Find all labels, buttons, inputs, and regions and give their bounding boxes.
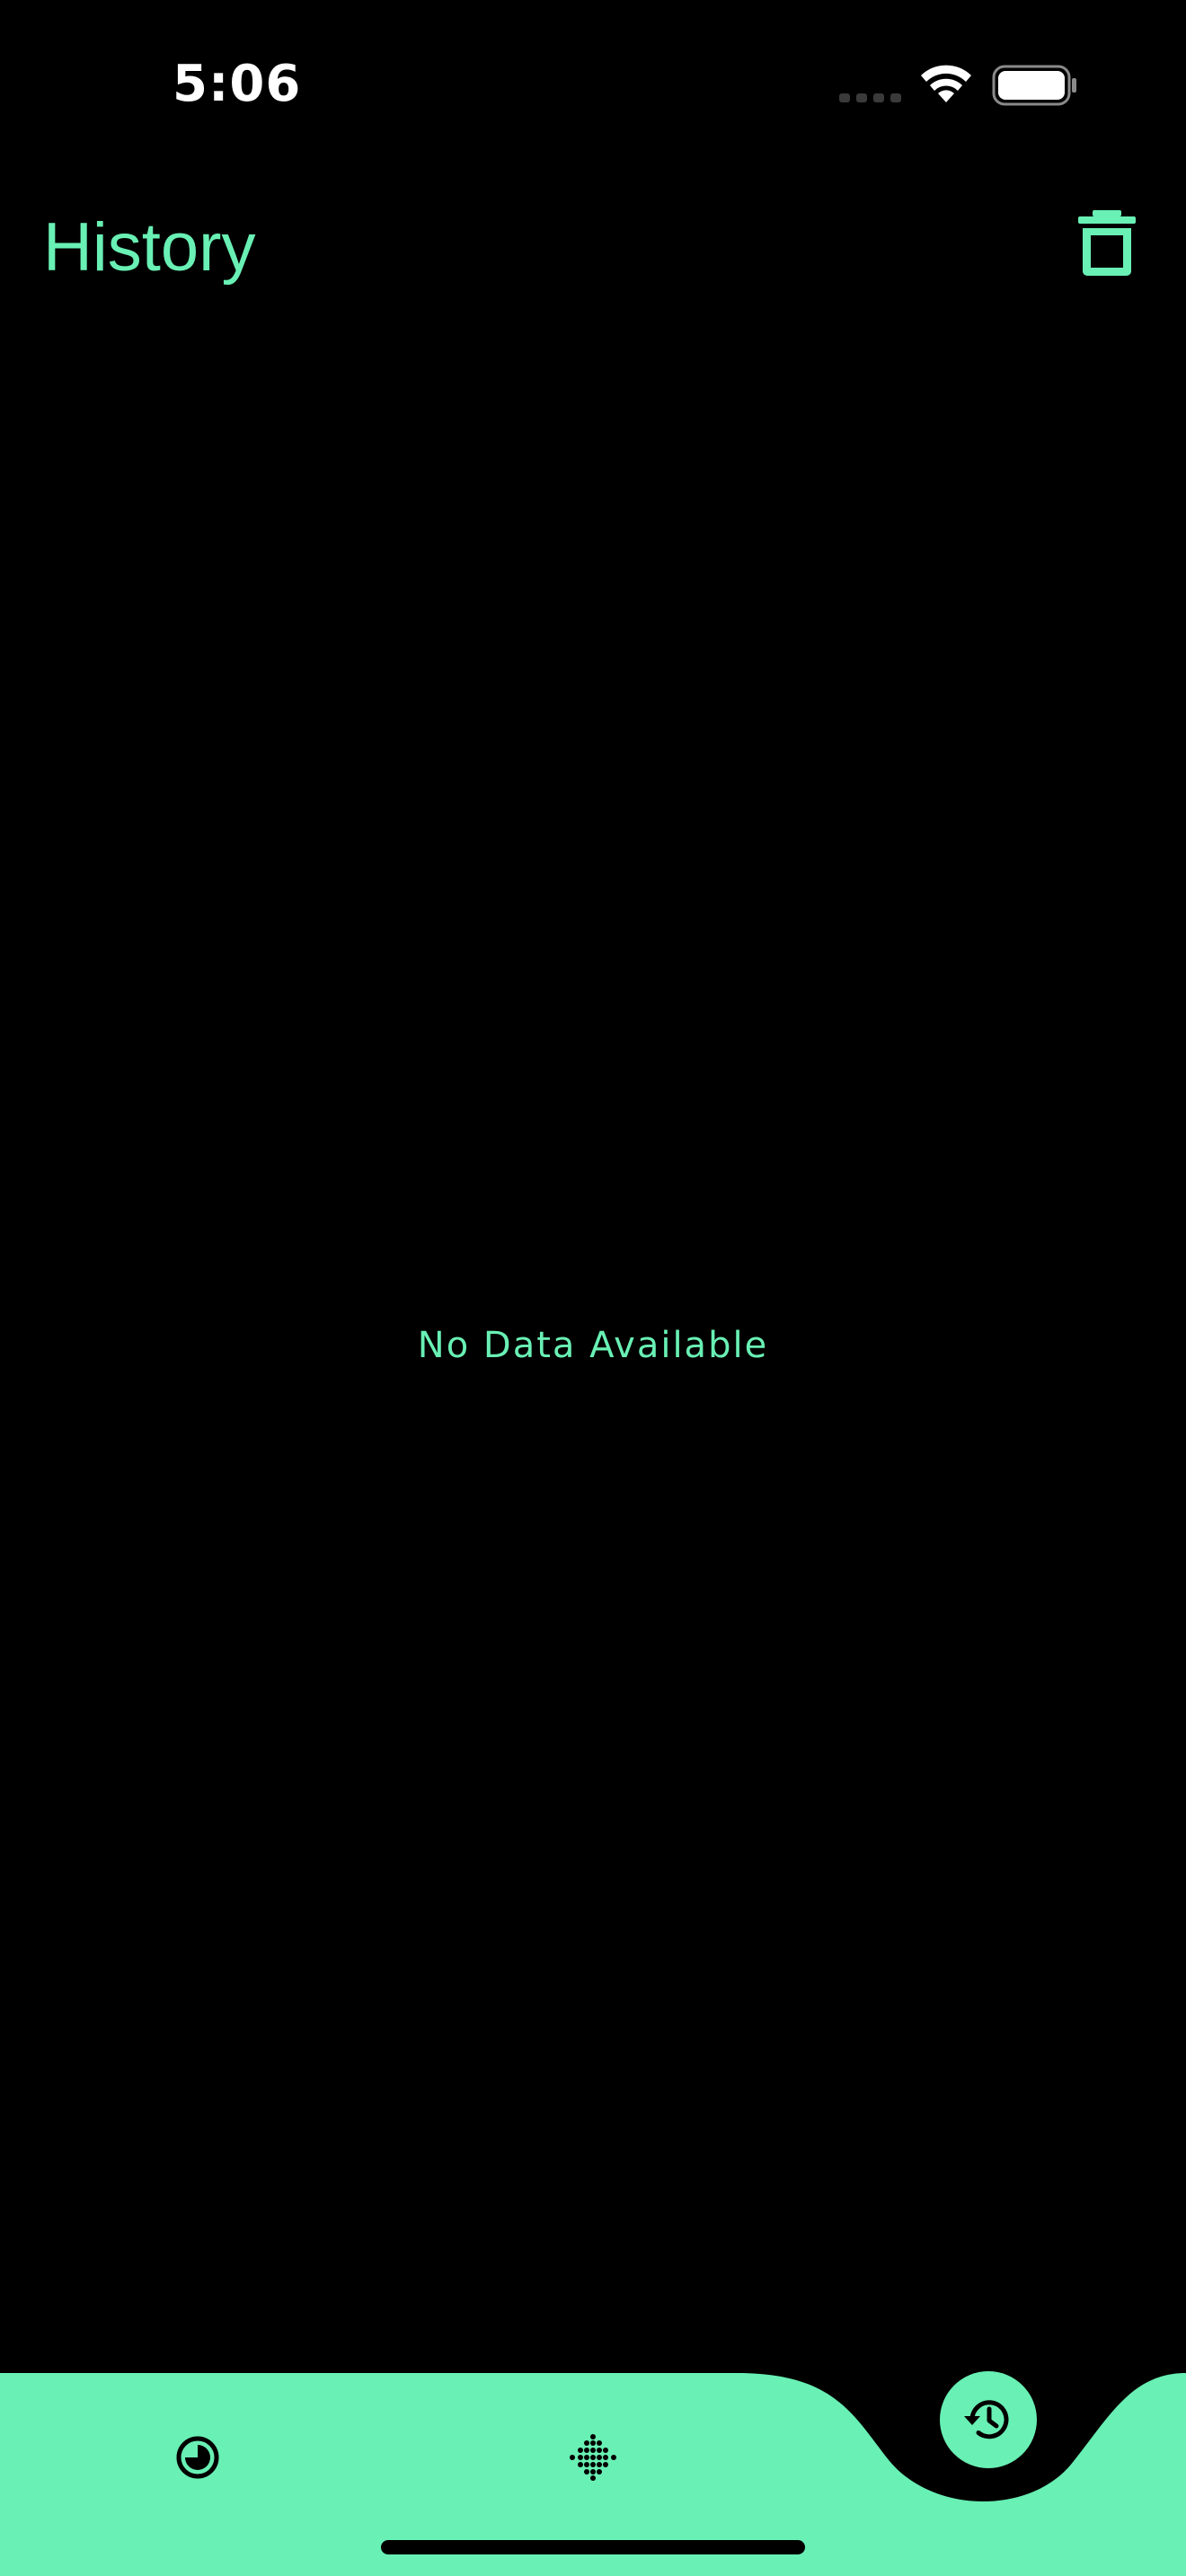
tab-stats[interactable] (144, 2404, 252, 2511)
trash-icon[interactable] (1075, 208, 1139, 277)
empty-state-message: No Data Available (417, 1325, 769, 1366)
tab-history[interactable] (940, 2371, 1037, 2468)
home-indicator (381, 2540, 805, 2554)
status-time: 5:06 (173, 55, 302, 113)
cellular-signal-icon (839, 93, 901, 102)
wifi-icon (921, 65, 971, 102)
tab-scan[interactable] (539, 2404, 647, 2511)
stats-pie-icon (176, 2436, 219, 2479)
page-title: History (43, 209, 256, 286)
status-bar: 5:06 (0, 0, 1186, 171)
history-icon (964, 2400, 1009, 2439)
header: History (0, 180, 1186, 314)
battery-icon (992, 65, 1076, 106)
scan-dots-icon (570, 2434, 616, 2481)
